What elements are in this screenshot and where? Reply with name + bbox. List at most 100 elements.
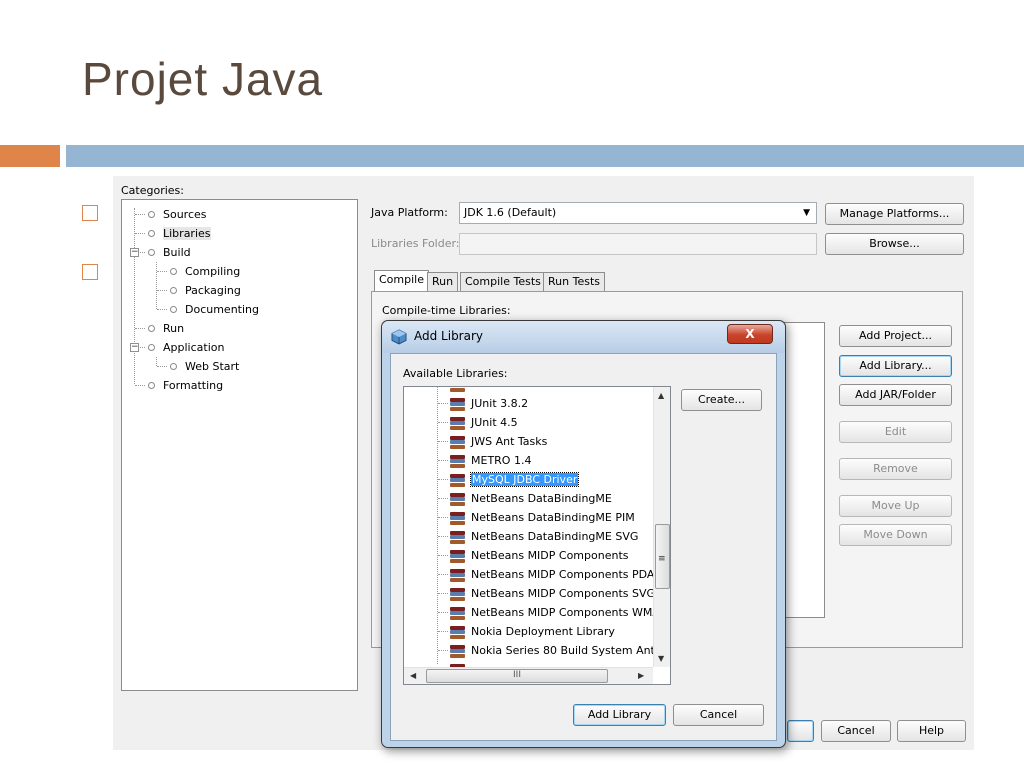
library-item[interactable]: NetBeans MIDP Components [450, 546, 629, 565]
tab-run[interactable]: Run [427, 272, 459, 292]
node-bullet-icon [148, 343, 155, 351]
library-name: NetBeans MIDP Components SVG [471, 587, 656, 600]
scroll-left-icon[interactable]: ◀ [410, 671, 416, 680]
library-item[interactable]: NetBeans DataBindingME [450, 489, 612, 508]
create-button[interactable]: Create... [681, 389, 762, 411]
node-bullet-icon [148, 229, 155, 237]
tree-connector [135, 233, 145, 234]
java-platform-label: Java Platform: [371, 206, 448, 219]
tree-connector [438, 555, 448, 556]
tab-compile-tests[interactable]: Compile Tests [460, 272, 546, 292]
library-jar-icon [450, 416, 465, 430]
chevron-down-icon: ▼ [803, 208, 810, 218]
java-platform-select[interactable]: JDK 1.6 (Default) ▼ [459, 202, 817, 224]
library-item[interactable]: NetBeans MIDP Components SVG [450, 584, 655, 603]
category-item-application[interactable]: Application [148, 338, 224, 356]
library-item[interactable]: MySQL JDBC Driver [450, 470, 580, 489]
category-item-run[interactable]: Run [148, 319, 184, 337]
node-bullet-icon [148, 381, 155, 389]
collapse-toggle-icon[interactable]: − [130, 343, 139, 352]
tree-connector [438, 441, 448, 442]
available-libraries-list[interactable]: JUnit 3.8.2 JUnit 4.5 JWS Ant Tasks METRO 1… [403, 386, 671, 685]
cancel-button[interactable]: Cancel [821, 720, 891, 742]
library-item[interactable]: METRO 1.4 [450, 451, 531, 470]
library-item[interactable]: JWS Ant Tasks [450, 432, 547, 451]
library-name: NetBeans MIDP Components [471, 549, 629, 562]
ok-button-partial[interactable] [787, 720, 814, 742]
horizontal-scrollbar[interactable]: ◀ III ▶ [404, 667, 653, 684]
categories-label: Categories: [121, 184, 184, 197]
library-name: JWS Ant Tasks [471, 435, 548, 448]
tree-connector [135, 214, 145, 215]
help-button[interactable]: Help [897, 720, 966, 742]
category-label: Formatting [163, 378, 224, 392]
dialog-cancel-button[interactable]: Cancel [673, 704, 764, 726]
library-name: JUnit 4.5 [471, 416, 518, 429]
library-jar-icon [450, 587, 465, 601]
tree-connector [438, 422, 448, 423]
library-item[interactable]: NetBeans MIDP Components PDA [450, 565, 654, 584]
category-item-compiling[interactable]: Compiling [170, 262, 240, 280]
tree-connector [438, 612, 448, 613]
tree-connector [135, 385, 145, 386]
compile-time-libraries-list[interactable] [780, 322, 825, 618]
categories-tree: Sources Libraries − Build Compiling Packaging… [121, 199, 358, 691]
library-jar-icon [450, 454, 465, 468]
scroll-up-icon[interactable]: ▲ [658, 391, 664, 400]
library-item[interactable]: NetBeans DataBindingME PIM [450, 508, 635, 527]
close-button[interactable]: X [727, 324, 773, 344]
vertical-scrollbar[interactable]: ▲ ≡ ▼ [653, 387, 670, 667]
libraries-folder-field[interactable] [459, 233, 817, 255]
node-bullet-icon [170, 362, 177, 370]
manage-platforms-button[interactable]: Manage Platforms... [825, 203, 964, 225]
add-project-button[interactable]: Add Project... [839, 325, 952, 347]
library-item[interactable]: Nokia Series 80 Build System Ant U [450, 641, 666, 660]
category-item-sources[interactable]: Sources [148, 205, 207, 223]
library-jar-icon [450, 625, 465, 639]
libraries-folder-label: Libraries Folder: [371, 237, 460, 250]
category-item-documenting[interactable]: Documenting [170, 300, 259, 318]
add-jar-folder-button[interactable]: Add JAR/Folder [839, 384, 952, 406]
library-name: NetBeans DataBindingME SVG [471, 530, 639, 543]
add-library-confirm-button[interactable]: Add Library [573, 704, 666, 726]
library-item[interactable]: JUnit 4.5 [450, 413, 518, 432]
move-up-button[interactable]: Move Up [839, 495, 952, 517]
tree-connector [157, 290, 167, 291]
tab-compile[interactable]: Compile [374, 270, 429, 292]
scroll-thumb[interactable]: III [426, 669, 608, 683]
available-libraries-label: Available Libraries: [403, 367, 508, 380]
library-jar-icon [450, 473, 465, 487]
tree-connector [157, 271, 167, 272]
tree-connector [438, 593, 448, 594]
node-bullet-icon [170, 305, 177, 313]
node-bullet-icon [170, 286, 177, 294]
library-name: MySQL JDBC Driver [469, 472, 580, 487]
library-item[interactable]: NetBeans DataBindingME SVG [450, 527, 638, 546]
library-name: METRO 1.4 [471, 454, 532, 467]
library-jar-icon [450, 492, 465, 506]
category-label: Web Start [185, 359, 240, 373]
tree-connector [157, 309, 167, 310]
edit-button[interactable]: Edit [839, 421, 952, 443]
move-down-button[interactable]: Move Down [839, 524, 952, 546]
library-name: Nokia Deployment Library [471, 625, 615, 638]
collapse-toggle-icon[interactable]: − [130, 248, 139, 257]
category-item-web-start[interactable]: Web Start [170, 357, 239, 375]
scroll-down-icon[interactable]: ▼ [658, 654, 664, 663]
category-item-formatting[interactable]: Formatting [148, 376, 223, 394]
tab-run-tests[interactable]: Run Tests [543, 272, 605, 292]
tree-connector [156, 262, 157, 309]
library-item[interactable]: Nokia Deployment Library [450, 622, 615, 641]
category-item-build[interactable]: Build [148, 243, 191, 261]
library-item[interactable]: JUnit 3.8.2 [450, 394, 528, 413]
scroll-right-icon[interactable]: ▶ [638, 671, 644, 680]
browse-button[interactable]: Browse... [825, 233, 964, 255]
scroll-grip-icon: ≡ [658, 554, 666, 564]
category-item-libraries[interactable]: Libraries [148, 224, 211, 242]
library-jar-icon [450, 568, 465, 582]
add-library-button[interactable]: Add Library... [839, 355, 952, 377]
remove-button[interactable]: Remove [839, 458, 952, 480]
tree-connector [134, 208, 135, 384]
library-item[interactable]: NetBeans MIDP Components WMA [450, 603, 660, 622]
category-item-packaging[interactable]: Packaging [170, 281, 241, 299]
